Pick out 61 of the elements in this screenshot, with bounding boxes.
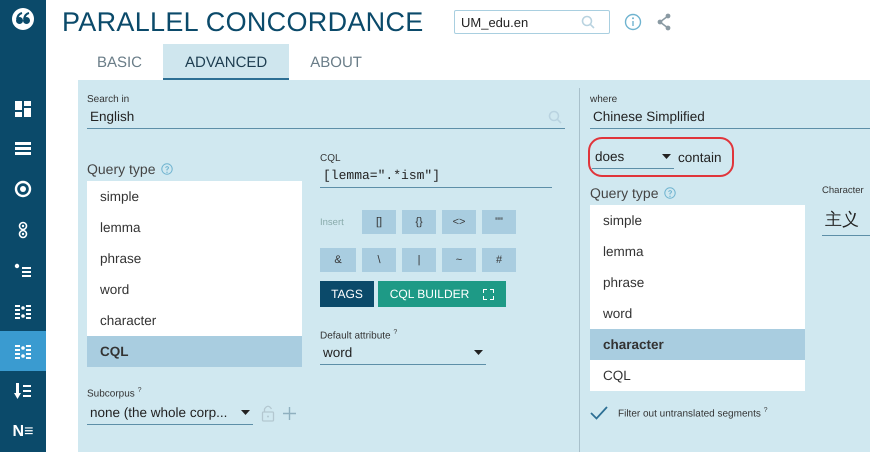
- tags-button[interactable]: TAGS: [320, 281, 374, 307]
- bullet-list-icon: [14, 261, 32, 280]
- field-label: Query type: [590, 185, 658, 201]
- list-item[interactable]: lemma: [590, 236, 805, 267]
- search-icon: [581, 15, 595, 29]
- subcorpus-select[interactable]: none (the whole corp...: [87, 401, 253, 426]
- list-item[interactable]: phrase: [87, 243, 302, 274]
- quote-icon: [12, 8, 34, 30]
- list-item[interactable]: simple: [590, 205, 805, 236]
- corpus-field[interactable]: UM_edu.en: [454, 10, 610, 34]
- insert-button[interactable]: #: [482, 248, 516, 272]
- share-icon[interactable]: [656, 13, 672, 31]
- field-label: Character: [822, 185, 865, 196]
- page-title: PARALLEL CONCORDANCE: [62, 6, 425, 38]
- list-item[interactable]: CQL: [87, 336, 302, 367]
- sidebar-item[interactable]: [0, 330, 46, 372]
- target-icon: [14, 180, 32, 198]
- dotted-list-icon: [14, 342, 32, 360]
- caret-icon: [662, 154, 671, 159]
- insert-button[interactable]: &: [320, 248, 356, 272]
- tab[interactable]: ADVANCED: [163, 44, 290, 80]
- field-label: Subcorpus $^{?}$: [87, 387, 142, 400]
- character-field[interactable]: 主义: [822, 204, 870, 236]
- list-item[interactable]: phrase: [590, 267, 805, 298]
- fullscreen-icon: [483, 288, 494, 300]
- search-icon: [548, 110, 562, 124]
- list-item[interactable]: character: [590, 329, 805, 360]
- list-item[interactable]: simple: [87, 181, 302, 212]
- condition-text: contain: [678, 150, 722, 164]
- list-item[interactable]: CQL: [590, 360, 805, 391]
- condition-select[interactable]: does: [592, 145, 674, 169]
- language-select[interactable]: Chinese Simplified: [590, 105, 870, 129]
- tab[interactable]: ABOUT: [289, 44, 383, 80]
- attribute-select[interactable]: word: [320, 341, 486, 366]
- field-label: Search in: [87, 94, 130, 105]
- insert-button[interactable]: \: [362, 248, 396, 272]
- insert-button[interactable]: "": [482, 210, 516, 234]
- field-label: where: [590, 94, 618, 105]
- list-item[interactable]: word: [590, 298, 805, 329]
- insert-button[interactable]: {}: [402, 210, 436, 234]
- field-label: Default attribute $^{?}$: [320, 329, 398, 342]
- list-item[interactable]: word: [87, 274, 302, 305]
- field-label: CQL: [320, 153, 342, 164]
- sort-list-icon: [14, 382, 32, 400]
- cql-input-field[interactable]: [lemma=".*ism"]: [320, 164, 552, 188]
- caret-icon: [241, 410, 250, 416]
- insert-button[interactable]: <>: [442, 210, 476, 234]
- insert-button[interactable]: []: [362, 210, 396, 234]
- checkmark-icon[interactable]: [590, 406, 608, 420]
- search-field[interactable]: English: [87, 105, 565, 129]
- dashboard-icon: [14, 100, 32, 118]
- tab[interactable]: BASIC: [76, 44, 164, 80]
- caret-icon: [474, 350, 483, 356]
- sidebar-item[interactable]: N≡: [0, 412, 46, 452]
- list-item[interactable]: lemma: [87, 212, 302, 243]
- filter-label: Filter out untranslated segments $^{?}$: [618, 406, 768, 420]
- insert-button[interactable]: ~: [442, 248, 476, 272]
- list-item[interactable]: character: [87, 305, 302, 336]
- field-label: Query type: [87, 161, 156, 177]
- insert-label: Insert: [320, 216, 345, 228]
- insert-button[interactable]: |: [402, 248, 436, 272]
